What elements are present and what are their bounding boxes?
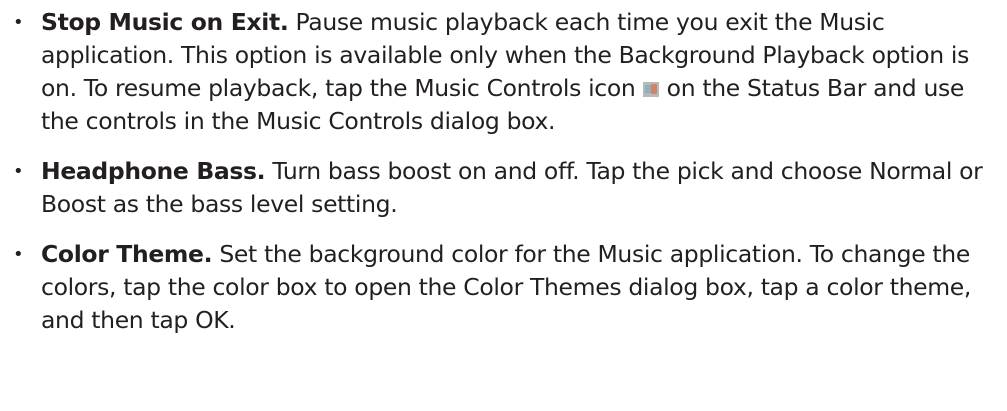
option-term: Headphone Bass. bbox=[41, 157, 266, 185]
bullet-icon: • bbox=[13, 161, 24, 182]
settings-option-list: • Stop Music on Exit. Pause music playba… bbox=[0, 0, 1007, 337]
option-term: Stop Music on Exit. bbox=[41, 8, 289, 36]
list-item-headphone-bass: • Headphone Bass. Turn bass boost on and… bbox=[0, 155, 1007, 221]
music-controls-icon bbox=[642, 82, 659, 97]
bullet-icon: • bbox=[13, 244, 24, 265]
list-item-stop-music-on-exit: • Stop Music on Exit. Pause music playba… bbox=[0, 0, 1007, 138]
list-item-color-theme: • Color Theme. Set the background color … bbox=[0, 238, 1007, 337]
document-page: • Stop Music on Exit. Pause music playba… bbox=[0, 0, 1007, 411]
bullet-icon: • bbox=[13, 12, 24, 33]
option-term: Color Theme. bbox=[41, 240, 213, 268]
